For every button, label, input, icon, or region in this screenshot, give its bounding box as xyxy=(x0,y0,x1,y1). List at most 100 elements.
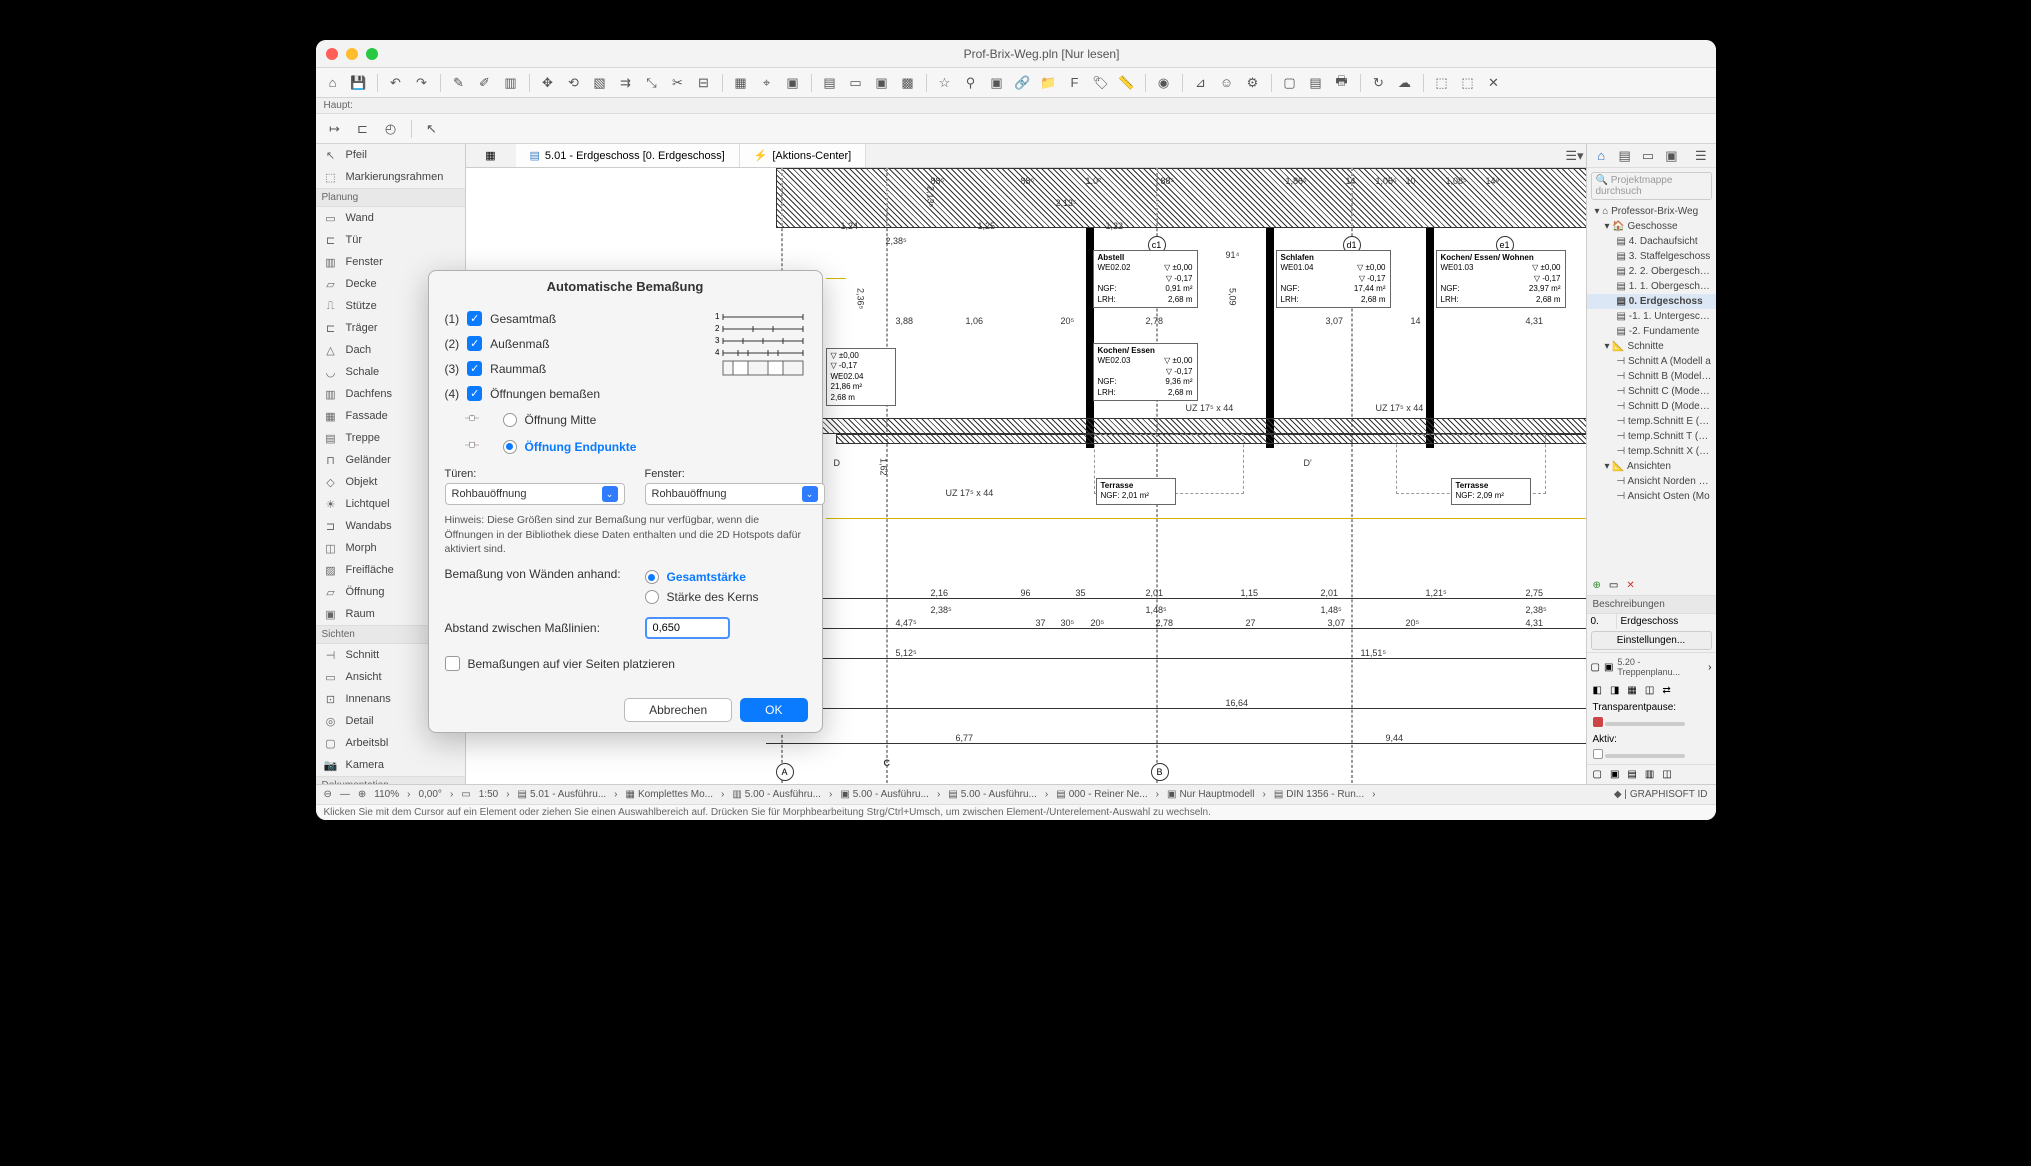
gear-icon[interactable]: ⚙ xyxy=(1242,72,1264,94)
image-icon[interactable]: ▣ xyxy=(986,72,1008,94)
story-0[interactable]: ▤ 0. Erdgeschoss xyxy=(1587,294,1716,309)
checkbox-aussenmass[interactable]: ✓ xyxy=(467,336,482,351)
br-icon2[interactable]: ▣ xyxy=(1610,769,1619,780)
person-icon[interactable]: ☺ xyxy=(1216,72,1238,94)
find-icon[interactable]: ⚲ xyxy=(960,72,982,94)
trace-icon3[interactable]: ▦ xyxy=(1627,685,1636,696)
eyedropper-icon[interactable]: ✐ xyxy=(474,72,496,94)
tree-root[interactable]: ▾ ⌂ Professor-Brix-Weg xyxy=(1587,204,1716,219)
ruler-icon[interactable]: 📏 xyxy=(1116,72,1138,94)
trace-ref[interactable]: 5.20 - Treppenplanu... xyxy=(1617,657,1704,677)
save-icon[interactable]: 💾 xyxy=(348,72,370,94)
ansicht-o[interactable]: ⊣ Ansicht Osten (Mo xyxy=(1587,489,1716,504)
trace-icon2[interactable]: ◨ xyxy=(1610,685,1619,696)
tool-pfeil[interactable]: ↖Pfeil xyxy=(316,144,465,166)
br-icon3[interactable]: ▤ xyxy=(1627,769,1636,780)
status-s7[interactable]: ▣ Nur Hauptmodell xyxy=(1167,789,1255,800)
cursor-icon[interactable]: ↖ xyxy=(421,118,443,140)
tree-geschosse[interactable]: ▾ 🏠 Geschosse xyxy=(1587,219,1716,234)
tool-tuer[interactable]: ⊏Tür xyxy=(316,229,465,251)
beschreibungen-label[interactable]: Beschreibungen xyxy=(1587,595,1716,614)
mode1-icon[interactable]: ↦ xyxy=(324,118,346,140)
schnitt-t[interactable]: ⊣ temp.Schnitt T (Mo xyxy=(1587,429,1716,444)
mirror-icon[interactable]: ▧ xyxy=(589,72,611,94)
radio-oeffnung-mitte[interactable] xyxy=(503,413,517,427)
tool-wand[interactable]: ▭Wand xyxy=(316,207,465,229)
tab-grundriss[interactable]: ▤5.01 - Erdgeschoss [0. Erdgeschoss] xyxy=(516,144,740,167)
cancel-button[interactable]: Abbrechen xyxy=(624,698,732,722)
schnitt-x[interactable]: ⊣ temp.Schnitt X (Mo xyxy=(1587,444,1716,459)
checkbox-raummass[interactable]: ✓ xyxy=(467,361,482,376)
reload-icon[interactable]: ↻ xyxy=(1368,72,1390,94)
settings3-icon[interactable]: ✕ xyxy=(1483,72,1505,94)
status-s2[interactable]: ▦ Komplettes Mo... xyxy=(626,789,713,800)
color-swatch-red[interactable] xyxy=(1593,717,1603,727)
story-1[interactable]: ▤ 1. 1. Obergeschoss xyxy=(1587,279,1716,294)
pick-icon[interactable]: ✎ xyxy=(448,72,470,94)
zoom-in-icon[interactable]: ⊕ xyxy=(358,789,366,800)
minimize-window-button[interactable] xyxy=(346,48,358,60)
layer-icon[interactable]: ▤ xyxy=(819,72,841,94)
close-window-button[interactable] xyxy=(326,48,338,60)
br-icon5[interactable]: ◫ xyxy=(1662,769,1671,780)
adjust-icon[interactable]: ⤡ xyxy=(641,72,663,94)
story-m1[interactable]: ▤ -1. 1. Untergeschoss xyxy=(1587,309,1716,324)
cube-icon[interactable]: ▣ xyxy=(871,72,893,94)
status-s1[interactable]: ▤ 5.01 - Ausführu... xyxy=(518,789,607,800)
print-icon[interactable]: 🖶 xyxy=(1331,72,1353,94)
tracepick1-icon[interactable]: ▢ xyxy=(1591,662,1600,673)
tab-menu-icon[interactable]: ☰▾ xyxy=(1564,145,1586,167)
radio-gesamtstaerke[interactable] xyxy=(645,570,659,584)
measure-icon[interactable]: ⊿ xyxy=(1190,72,1212,94)
nav-layout-icon[interactable]: ▭ xyxy=(1639,145,1656,167)
schnitt-b[interactable]: ⊣ Schnitt B (Modell a xyxy=(1587,369,1716,384)
tab-aktionscenter[interactable]: ⚡[Aktions-Center] xyxy=(740,144,867,167)
favorite-icon[interactable]: ☆ xyxy=(934,72,956,94)
group-planung[interactable]: Planung xyxy=(316,188,465,207)
color-swatch-white[interactable] xyxy=(1593,749,1603,759)
pen-icon[interactable]: ▭ xyxy=(845,72,867,94)
rotate-icon[interactable]: ⟲ xyxy=(563,72,585,94)
globe-icon[interactable]: ◉ xyxy=(1153,72,1175,94)
schnitt-c[interactable]: ⊣ Schnitt C (Modell a xyxy=(1587,384,1716,399)
settings-button[interactable]: Einstellungen... xyxy=(1591,631,1712,650)
scale-value[interactable]: 1:50 xyxy=(479,789,498,800)
checkbox-gesamtmass[interactable]: ✓ xyxy=(467,311,482,326)
tree-schnitte[interactable]: ▾ 📐 Schnitte xyxy=(1587,339,1716,354)
tracepick2-icon[interactable]: ▣ xyxy=(1604,662,1613,673)
radio-staerkekern[interactable] xyxy=(645,590,659,604)
tag-icon[interactable]: 🏷 xyxy=(1090,72,1112,94)
zoom-out-icon[interactable]: ⊖ xyxy=(324,789,332,800)
cloud-icon[interactable]: ☁ xyxy=(1394,72,1416,94)
mode2-icon[interactable]: ⊏ xyxy=(352,118,374,140)
layout-icon[interactable]: ▤ xyxy=(1305,72,1327,94)
home-icon[interactable]: ⌂ xyxy=(322,72,344,94)
story-2[interactable]: ▤ 2. 2. Obergeschoss xyxy=(1587,264,1716,279)
trace-icon5[interactable]: ⇄ xyxy=(1662,685,1670,696)
window-icon[interactable]: ▢ xyxy=(1279,72,1301,94)
grid-icon[interactable]: ▦ xyxy=(730,72,752,94)
chevron-right-icon[interactable]: › xyxy=(1708,662,1711,673)
folder-icon[interactable]: 📁 xyxy=(1038,72,1060,94)
navigator-search[interactable]: 🔍 Projektmappe durchsuch xyxy=(1591,172,1712,200)
undo-icon[interactable]: ↶ xyxy=(385,72,407,94)
split-icon[interactable]: ⊟ xyxy=(693,72,715,94)
add-icon[interactable]: ⊕ xyxy=(1593,580,1601,591)
rename-icon[interactable]: ▭ xyxy=(1609,580,1618,591)
status-s5[interactable]: ▤ 5.00 - Ausführu... xyxy=(948,789,1037,800)
trace-icon[interactable]: ▣ xyxy=(782,72,804,94)
nav-view-icon[interactable]: ▤ xyxy=(1616,145,1633,167)
rotation-value[interactable]: 0,00° xyxy=(418,789,441,800)
section-icon[interactable]: ▩ xyxy=(897,72,919,94)
ok-button[interactable]: OK xyxy=(740,698,807,722)
schnitt-d[interactable]: ⊣ Schnitt D (Modell a xyxy=(1587,399,1716,414)
trace-icon1[interactable]: ◧ xyxy=(1593,685,1602,696)
snap-icon[interactable]: ⌖ xyxy=(756,72,778,94)
tool-markierung[interactable]: ⬚Markierungsrahmen xyxy=(316,166,465,188)
ansicht-n[interactable]: ⊣ Ansicht Norden (Mo xyxy=(1587,474,1716,489)
status-s8[interactable]: ▤ DIN 1356 - Run... xyxy=(1274,789,1364,800)
move-icon[interactable]: ✥ xyxy=(537,72,559,94)
story-m2[interactable]: ▤ -2. Fundamente xyxy=(1587,324,1716,339)
status-s3[interactable]: ▥ 5.00 - Ausführu... xyxy=(732,789,821,800)
tueren-select[interactable]: Rohbauöffnung⌄ xyxy=(445,483,625,505)
